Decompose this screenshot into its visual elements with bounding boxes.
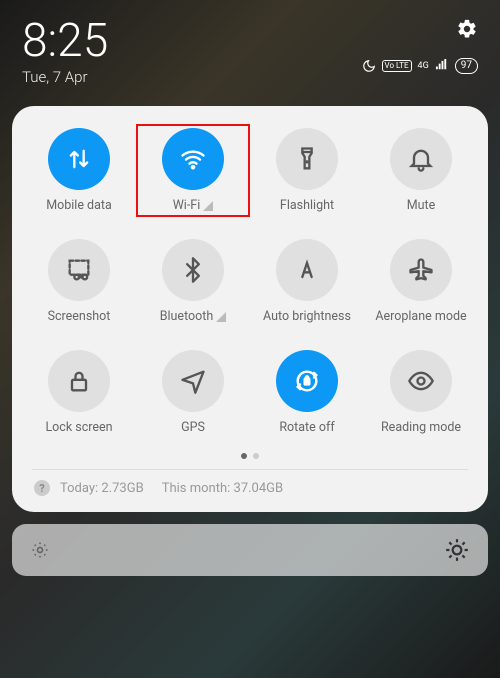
bell-icon [390,128,452,190]
auto-brightness-icon [276,239,338,301]
wifi-icon [162,128,224,190]
volte-badge: Vo LTE [382,60,412,72]
clock-time: 8:25 [22,18,108,64]
gear-icon [456,18,478,40]
page-indicator [22,453,478,459]
tile-bluetooth[interactable]: Bluetooth [136,235,250,328]
moon-icon [362,59,376,73]
scissors-icon [48,239,110,301]
flashlight-icon [276,128,338,190]
tile-label: Mobile data [46,198,112,213]
brightness-high-icon [444,537,470,563]
data-usage-row[interactable]: ? Today: 2.73GB This month: 37.04GB [22,470,478,502]
tiles-grid: Mobile data Wi-Fi Flashlight Mute Screen [22,124,478,439]
tile-label: Lock screen [45,420,112,435]
tile-label: Screenshot [48,309,111,324]
tile-mute[interactable]: Mute [364,124,478,217]
tile-auto-brightness[interactable]: Auto brightness [250,235,364,328]
brightness-low-icon [30,540,50,560]
tile-label: Rotate off [279,420,334,435]
tile-wifi[interactable]: Wi-Fi [136,124,250,217]
info-icon: ? [34,480,50,496]
mobile-data-icon [48,128,110,190]
battery-indicator: 97 [455,58,478,74]
eye-icon [390,350,452,412]
rotate-lock-icon [276,350,338,412]
tile-label: Aeroplane mode [375,309,466,324]
tile-label: Auto brightness [263,309,351,324]
lock-icon [48,350,110,412]
tile-label: Mute [407,198,436,213]
tile-rotate-off[interactable]: Rotate off [250,346,364,439]
time-block: 8:25 Tue, 7 Apr [22,18,108,86]
usage-today: Today: 2.73GB [60,481,144,496]
tile-flashlight[interactable]: Flashlight [250,124,364,217]
tile-label: GPS [181,420,205,435]
airplane-icon [390,239,452,301]
tile-gps[interactable]: GPS [136,346,250,439]
location-arrow-icon [162,350,224,412]
tile-lock-screen[interactable]: Lock screen [22,346,136,439]
status-header: 8:25 Tue, 7 Apr Vo LTE 4G 97 [0,0,500,94]
tile-label: Flashlight [280,198,334,213]
network-badge: 4G [418,61,429,71]
quick-settings-panel: Mobile data Wi-Fi Flashlight Mute Screen [12,106,488,512]
settings-button[interactable] [456,18,478,44]
tile-screenshot[interactable]: Screenshot [22,235,136,328]
tile-label: Bluetooth [160,309,227,324]
header-right: Vo LTE 4G 97 [362,18,478,74]
tile-label: Reading mode [381,420,461,435]
tile-mobile-data[interactable]: Mobile data [22,124,136,217]
tile-reading-mode[interactable]: Reading mode [364,346,478,439]
usage-month: This month: 37.04GB [162,481,283,496]
tile-aeroplane-mode[interactable]: Aeroplane mode [364,235,478,328]
bluetooth-icon [162,239,224,301]
clock-date: Tue, 7 Apr [22,68,108,86]
tile-label: Wi-Fi [173,198,214,213]
status-icons: Vo LTE 4G 97 [362,58,478,74]
brightness-slider[interactable] [12,524,488,576]
page-dot-2 [253,453,259,459]
page-dot-1 [241,453,247,459]
signal-icon [435,59,449,73]
